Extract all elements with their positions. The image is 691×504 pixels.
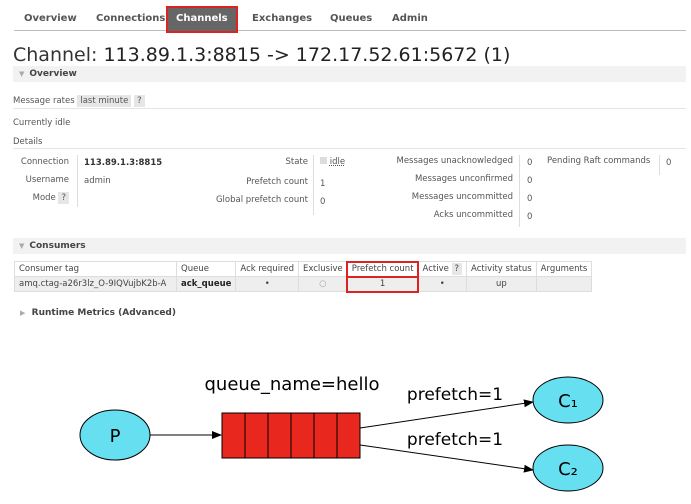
table-row: amq.ctag-a26r3lz_O-9IQVujbK2b-A ack_queu… bbox=[14, 275, 593, 293]
title-value: 113.89.1.3:8815 -> 172.17.52.61:5672 (1) bbox=[103, 44, 511, 66]
divider bbox=[77, 155, 78, 207]
col-ack-required: Ack required bbox=[235, 261, 299, 277]
connection-label: Connection bbox=[20, 157, 69, 167]
mode-help-button[interactable]: ? bbox=[58, 192, 69, 204]
queue-link[interactable]: ack_queue bbox=[175, 276, 237, 292]
edge2-label: prefetch=1 bbox=[407, 430, 503, 450]
consumer-tag-cell: amq.ctag-a26r3lz_O-9IQVujbK2b-A bbox=[14, 276, 177, 292]
divider bbox=[313, 155, 314, 215]
page-title: Channel: 113.89.1.3:8815 -> 172.17.52.61… bbox=[13, 44, 510, 66]
acks-uncommitted-value: 0 bbox=[527, 212, 533, 222]
table-header-row: Consumer tag Queue Ack required Exclusiv… bbox=[14, 260, 593, 278]
top-nav: Overview Connections Channels Exchanges … bbox=[14, 0, 686, 33]
consumers-section-toggle[interactable]: ▼ Consumers bbox=[13, 238, 686, 254]
prefetch-count-cell: 1 bbox=[346, 275, 420, 293]
mode-label: Mode bbox=[32, 193, 56, 203]
edge1-label: prefetch=1 bbox=[407, 385, 503, 405]
collapse-triangle-icon: ▼ bbox=[19, 242, 25, 250]
title-prefix: Channel: bbox=[13, 44, 98, 66]
state-label: State bbox=[285, 157, 309, 167]
c2-label: C₂ bbox=[558, 459, 578, 480]
arguments-cell bbox=[535, 276, 593, 292]
unconfirmed-label: Messages unconfirmed bbox=[414, 174, 513, 184]
unacked-label: Messages unacknowledged bbox=[396, 156, 513, 166]
unconfirmed-value: 0 bbox=[527, 176, 533, 186]
queue-label: queue_name=hello bbox=[204, 374, 379, 395]
pending-raft-label: Pending Raft commands bbox=[547, 156, 651, 166]
global-prefetch-label: Global prefetch count bbox=[215, 195, 308, 205]
message-rates-label: Message rates bbox=[13, 96, 75, 106]
section-label: Overview bbox=[29, 69, 77, 79]
state-value: idle bbox=[329, 157, 346, 167]
connection-value[interactable]: 113.89.1.3:8815 bbox=[84, 158, 162, 168]
divider bbox=[659, 155, 660, 175]
unacked-value: 0 bbox=[527, 158, 533, 168]
exclusive-cell: ○ bbox=[297, 276, 348, 292]
tab-channels[interactable]: Channels bbox=[166, 6, 238, 33]
prefetch-diagram: P queue_name=hello prefetch=1 prefetch=1… bbox=[79, 374, 604, 492]
section-label: Consumers bbox=[29, 241, 86, 251]
col-arguments: Arguments bbox=[535, 261, 593, 277]
rate-range-select[interactable]: last minute bbox=[77, 95, 132, 107]
activity-status-cell: up bbox=[466, 276, 537, 292]
uncommitted-value: 0 bbox=[527, 194, 533, 204]
collapse-triangle-icon: ▼ bbox=[19, 70, 25, 78]
col-queue: Queue bbox=[175, 261, 237, 277]
active-help-button[interactable]: ? bbox=[451, 263, 463, 275]
details-heading: Details bbox=[13, 137, 43, 147]
uncommitted-label: Messages uncommitted bbox=[411, 192, 513, 202]
tab-queues[interactable]: Queues bbox=[330, 13, 372, 24]
active-cell: • bbox=[417, 276, 468, 292]
pending-raft-value: 0 bbox=[666, 158, 672, 168]
queue-node bbox=[221, 412, 361, 459]
col-exclusive: Exclusive bbox=[297, 261, 348, 277]
col-activity-status: Activity status bbox=[466, 261, 537, 277]
acks-uncommitted-label: Acks uncommitted bbox=[433, 210, 513, 220]
col-consumer-tag: Consumer tag bbox=[14, 261, 177, 277]
c1-label: C₁ bbox=[558, 391, 578, 412]
col-active: Active ? bbox=[417, 261, 468, 277]
producer-label: P bbox=[110, 426, 121, 447]
divider bbox=[13, 148, 686, 149]
state-indicator-icon bbox=[320, 157, 327, 164]
divider bbox=[519, 155, 520, 227]
divider bbox=[13, 108, 686, 109]
tab-admin[interactable]: Admin bbox=[392, 13, 428, 24]
tab-connections[interactable]: Connections bbox=[96, 13, 165, 24]
expand-triangle-icon: ▶ bbox=[20, 309, 26, 317]
tab-exchanges[interactable]: Exchanges bbox=[252, 13, 312, 24]
consumers-table: Consumer tag Queue Ack required Exclusiv… bbox=[14, 260, 593, 293]
username-label: Username bbox=[25, 175, 69, 185]
col-prefetch-count: Prefetch count bbox=[346, 260, 420, 278]
help-button[interactable]: ? bbox=[134, 95, 145, 107]
status-text: Currently idle bbox=[13, 118, 71, 128]
prefetch-count-value: 1 bbox=[320, 179, 326, 189]
active-label: Active bbox=[422, 264, 449, 274]
tab-overview[interactable]: Overview bbox=[24, 13, 77, 24]
ack-required-cell: • bbox=[235, 276, 299, 292]
edge-c1 bbox=[359, 399, 534, 429]
section-label: Runtime Metrics (Advanced) bbox=[31, 308, 176, 318]
overview-section-toggle[interactable]: ▼ Overview bbox=[13, 66, 686, 82]
username-value: admin bbox=[84, 176, 111, 186]
runtime-metrics-toggle[interactable]: ▶ Runtime Metrics (Advanced) bbox=[20, 308, 176, 318]
prefetch-count-label: Prefetch count bbox=[246, 177, 308, 187]
global-prefetch-value: 0 bbox=[320, 197, 326, 207]
